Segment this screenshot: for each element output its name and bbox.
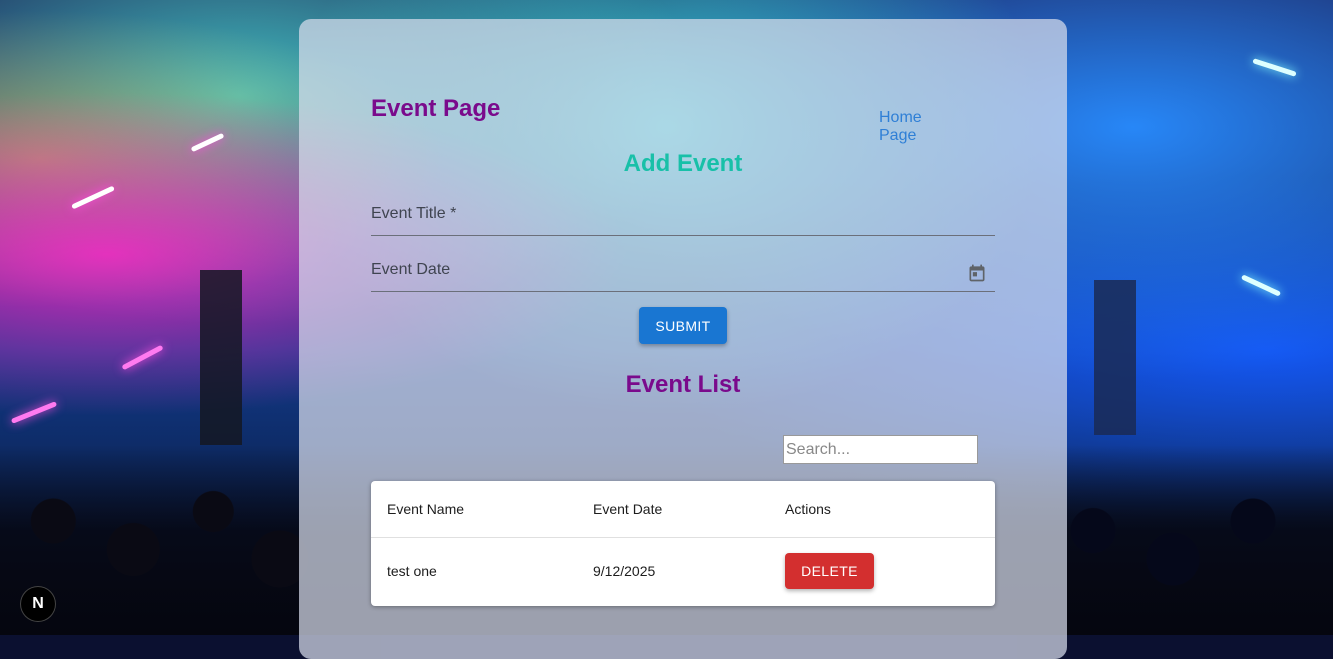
- add-event-heading: Add Event: [623, 150, 743, 177]
- submit-button[interactable]: SUBMIT: [639, 307, 727, 344]
- event-list-heading: Event List: [625, 371, 741, 398]
- event-title-field[interactable]: Event Title *: [371, 201, 999, 237]
- stage-light-beam: [121, 344, 164, 371]
- event-name-cell: test one: [387, 563, 437, 580]
- stage-light-beam: [71, 185, 115, 210]
- stage-light-beam: [190, 132, 225, 153]
- event-date-cell: 9/12/2025: [593, 563, 656, 580]
- calendar-icon[interactable]: [967, 263, 987, 283]
- column-header-event-date: Event Date: [593, 500, 663, 517]
- column-header-actions: Actions: [785, 500, 831, 517]
- main-panel: Event Page Home Page Add Event Event Tit…: [299, 19, 1067, 659]
- events-table: Event Name Event Date Actions test one 9…: [371, 481, 995, 606]
- search-input[interactable]: [783, 435, 978, 464]
- home-page-link[interactable]: Home Page: [879, 109, 961, 145]
- nextjs-dev-badge[interactable]: N: [21, 587, 55, 621]
- stage-light-beam: [1252, 58, 1297, 77]
- table-header-row: Event Name Event Date Actions: [371, 481, 995, 537]
- delete-button[interactable]: DELETE: [785, 553, 874, 590]
- table-row: test one 9/12/2025 DELETE: [371, 537, 995, 605]
- page-header: Event Page Home Page: [371, 93, 961, 144]
- column-header-event-name: Event Name: [387, 500, 465, 517]
- stage-light-beam: [10, 401, 58, 424]
- event-title-input[interactable]: [371, 201, 999, 237]
- page-title: Event Page: [371, 95, 501, 122]
- event-date-field[interactable]: Event Date: [371, 257, 999, 293]
- speaker-tower: [200, 270, 242, 445]
- actions-cell: DELETE: [769, 537, 995, 605]
- speaker-tower: [1094, 280, 1136, 435]
- event-date-input[interactable]: [371, 257, 999, 293]
- stage-light-beam: [1240, 274, 1282, 297]
